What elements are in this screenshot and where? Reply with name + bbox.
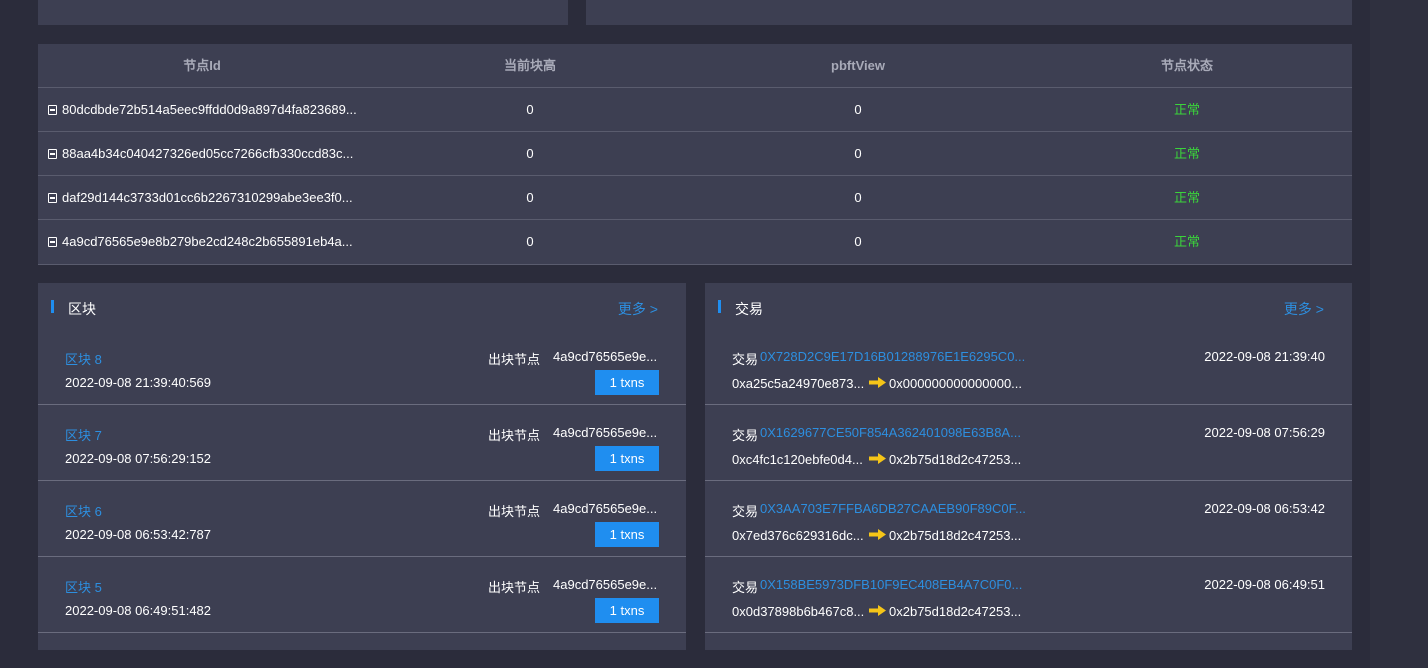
- section-accent-bar: [718, 300, 721, 313]
- pbft-view-cell: 0: [854, 234, 862, 249]
- tx-time: 2022-09-08 07:56:29: [1204, 425, 1325, 440]
- tx-time: 2022-09-08 21:39:40: [1204, 349, 1325, 364]
- section-accent-bar: [51, 300, 54, 313]
- block-link[interactable]: 区块 8: [65, 349, 102, 368]
- block-link[interactable]: 区块 5: [65, 577, 102, 596]
- node-icon: [48, 149, 57, 159]
- tx-time: 2022-09-08 06:53:42: [1204, 501, 1325, 516]
- miner-value: 4a9cd76565e9e...: [553, 501, 658, 516]
- transaction-item: 交易 0X1629677CE50F854A362401098E63B8A... …: [705, 405, 1352, 481]
- transaction-item: 交易 0X728D2C9E17D16B01288976E1E6295C0... …: [705, 329, 1352, 405]
- miner-label: 出块节点: [488, 504, 541, 519]
- arrow-right-icon: [869, 453, 886, 464]
- block-time: 2022-09-08 06:53:42:787: [65, 527, 212, 542]
- header-node-status: 节点状态: [1160, 58, 1213, 73]
- header-pbft-view: pbftView: [831, 58, 885, 73]
- miner-value: 4a9cd76565e9e...: [553, 425, 658, 440]
- block-item: 区块 8 2022-09-08 21:39:40:569 出块节点 4a9cd7…: [38, 329, 686, 405]
- blocks-more-link[interactable]: 更多 >: [618, 299, 658, 319]
- tx-label: 交易: [732, 352, 759, 367]
- table-header: 节点Id 当前块高 pbftView 节点状态: [38, 44, 1352, 88]
- tx-label: 交易: [732, 580, 759, 595]
- tx-hash-link[interactable]: 0X728D2C9E17D16B01288976E1E6295C0...: [760, 349, 1025, 364]
- table-row: daf29d144c3733d01cc6b2267310299abe3ee3f0…: [38, 176, 1352, 220]
- node-status-cell: 正常: [1173, 190, 1200, 205]
- blocks-title: 区块: [68, 301, 96, 317]
- txns-button[interactable]: 1 txns: [595, 522, 659, 547]
- table-row: 80dcdbde72b514a5eec9ffdd0d9a897d4fa82368…: [38, 88, 1352, 132]
- miner-label: 出块节点: [488, 580, 541, 595]
- node-id: daf29d144c3733d01cc6b2267310299abe3ee3f0…: [62, 190, 353, 205]
- block-time: 2022-09-08 07:56:29:152: [65, 451, 212, 466]
- node-id-cell: 80dcdbde72b514a5eec9ffdd0d9a897d4fa82368…: [48, 88, 378, 132]
- tx-label: 交易: [732, 504, 759, 519]
- transaction-item: 交易 0X3AA703E7FFBA6DB27CAAEB90F89C0F... 2…: [705, 481, 1352, 557]
- tx-from: 0x0d37898b6b467c8...: [732, 604, 865, 619]
- top-left-panel: [38, 0, 568, 25]
- tx-label: 交易: [732, 428, 759, 443]
- block-link[interactable]: 区块 6: [65, 501, 102, 520]
- block-height-cell: 0: [526, 102, 534, 117]
- miner-label: 出块节点: [488, 352, 541, 367]
- tx-hash-link[interactable]: 0X1629677CE50F854A362401098E63B8A...: [760, 425, 1021, 440]
- transactions-more-link[interactable]: 更多 >: [1284, 299, 1324, 319]
- miner-value: 4a9cd76565e9e...: [553, 577, 658, 592]
- arrow-right-icon: [869, 529, 886, 540]
- block-time: 2022-09-08 21:39:40:569: [65, 375, 212, 390]
- block-item: 区块 5 2022-09-08 06:49:51:482 出块节点 4a9cd7…: [38, 557, 686, 633]
- node-status-cell: 正常: [1173, 234, 1200, 249]
- blocks-panel: 区块 更多 > 区块 8 2022-09-08 21:39:40:569 出块节…: [38, 283, 686, 650]
- node-icon: [48, 193, 57, 203]
- txns-button[interactable]: 1 txns: [595, 446, 659, 471]
- node-id: 88aa4b34c040427326ed05cc7266cfb330ccd83c…: [62, 146, 354, 161]
- block-height-cell: 0: [526, 190, 534, 205]
- header-node-id: 节点Id: [183, 58, 221, 73]
- tx-hash-link[interactable]: 0X158BE5973DFB10F9EC408EB4A7C0F0...: [760, 577, 1022, 592]
- node-id-cell: 88aa4b34c040427326ed05cc7266cfb330ccd83c…: [48, 132, 378, 176]
- node-status-table: 节点Id 当前块高 pbftView 节点状态 80dcdbde72b514a5…: [38, 44, 1352, 265]
- arrow-right-icon: [869, 605, 886, 616]
- transactions-title: 交易: [735, 301, 763, 317]
- tx-to: 0x000000000000000...: [889, 376, 1023, 391]
- transactions-panel: 交易 更多 > 交易 0X728D2C9E17D16B01288976E1E62…: [705, 283, 1352, 650]
- block-height-cell: 0: [526, 234, 534, 249]
- arrow-right-icon: [869, 377, 886, 388]
- tx-from: 0x7ed376c629316dc...: [732, 528, 864, 543]
- tx-from: 0xa25c5a24970e873...: [732, 376, 865, 391]
- tx-time: 2022-09-08 06:49:51: [1204, 577, 1325, 592]
- node-id: 80dcdbde72b514a5eec9ffdd0d9a897d4fa82368…: [62, 102, 357, 117]
- tx-hash-link[interactable]: 0X3AA703E7FFBA6DB27CAAEB90F89C0F...: [760, 501, 1026, 516]
- node-id-cell: 4a9cd76565e9e8b279be2cd248c2b655891eb4a.…: [48, 220, 378, 264]
- top-right-panel: [586, 0, 1352, 25]
- block-link[interactable]: 区块 7: [65, 425, 102, 444]
- transaction-item: 交易 0X158BE5973DFB10F9EC408EB4A7C0F0... 2…: [705, 557, 1352, 633]
- pbft-view-cell: 0: [854, 146, 862, 161]
- txns-button[interactable]: 1 txns: [595, 598, 659, 623]
- node-id: 4a9cd76565e9e8b279be2cd248c2b655891eb4a.…: [62, 234, 353, 249]
- miner-value: 4a9cd76565e9e...: [553, 349, 658, 364]
- pbft-view-cell: 0: [854, 190, 862, 205]
- right-edge-strip: [1370, 0, 1428, 668]
- tx-to: 0x2b75d18d2c47253...: [889, 604, 1022, 619]
- node-status-cell: 正常: [1173, 102, 1200, 117]
- table-row: 4a9cd76565e9e8b279be2cd248c2b655891eb4a.…: [38, 220, 1352, 265]
- txns-button[interactable]: 1 txns: [595, 370, 659, 395]
- block-item: 区块 6 2022-09-08 06:53:42:787 出块节点 4a9cd7…: [38, 481, 686, 557]
- block-time: 2022-09-08 06:49:51:482: [65, 603, 212, 618]
- header-block-height: 当前块高: [503, 58, 556, 73]
- block-item: 区块 7 2022-09-08 07:56:29:152 出块节点 4a9cd7…: [38, 405, 686, 481]
- tx-to: 0x2b75d18d2c47253...: [889, 528, 1022, 543]
- node-icon: [48, 105, 57, 115]
- node-status-cell: 正常: [1173, 146, 1200, 161]
- tx-from: 0xc4fc1c120ebfe0d4...: [732, 452, 863, 467]
- miner-label: 出块节点: [488, 428, 541, 443]
- node-icon: [48, 237, 57, 247]
- table-row: 88aa4b34c040427326ed05cc7266cfb330ccd83c…: [38, 132, 1352, 176]
- block-height-cell: 0: [526, 146, 534, 161]
- pbft-view-cell: 0: [854, 102, 862, 117]
- node-id-cell: daf29d144c3733d01cc6b2267310299abe3ee3f0…: [48, 176, 378, 220]
- tx-to: 0x2b75d18d2c47253...: [889, 452, 1022, 467]
